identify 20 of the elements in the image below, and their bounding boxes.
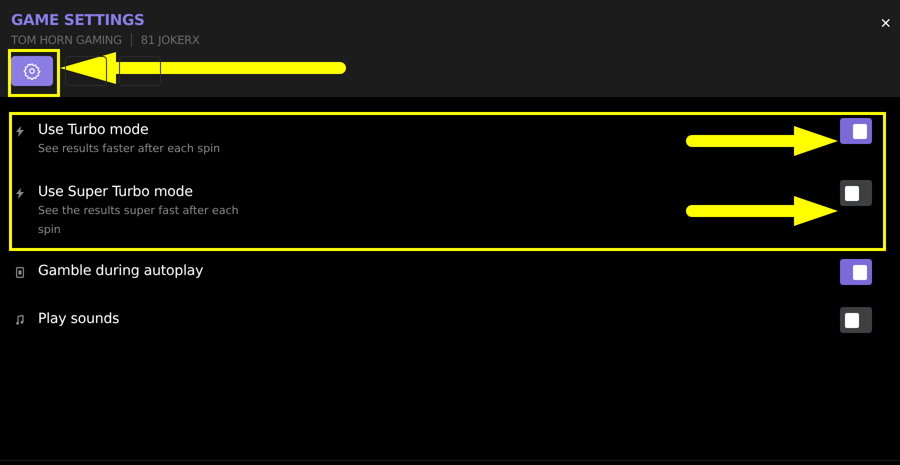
setting-label: Gamble during autoplay [38, 263, 204, 279]
close-button[interactable]: × [880, 14, 891, 32]
window-title: GAME SETTINGS [11, 11, 145, 29]
game-name: 81 JOKERX [140, 34, 200, 46]
toggle-switch[interactable] [840, 307, 872, 333]
lightning-icon [16, 188, 24, 199]
highlight-frame [8, 49, 60, 97]
toggle-switch[interactable] [840, 259, 872, 285]
setting-description: See the results super fast after each spin [38, 203, 240, 238]
music-note-icon [16, 315, 24, 325]
setting-label: Use Super Turbo mode [38, 184, 194, 200]
settings-icon [23, 62, 41, 80]
card-icon [16, 267, 24, 278]
provider-name: TOM HORN GAMING [11, 34, 122, 46]
toggle-switch[interactable] [840, 180, 872, 206]
setting-description: See results faster after each spin [38, 141, 222, 157]
setting-label: Play sounds [38, 311, 120, 327]
setting-label: Use Turbo mode [38, 122, 150, 138]
lightning-icon [16, 126, 24, 137]
toggle-switch[interactable] [840, 118, 872, 144]
